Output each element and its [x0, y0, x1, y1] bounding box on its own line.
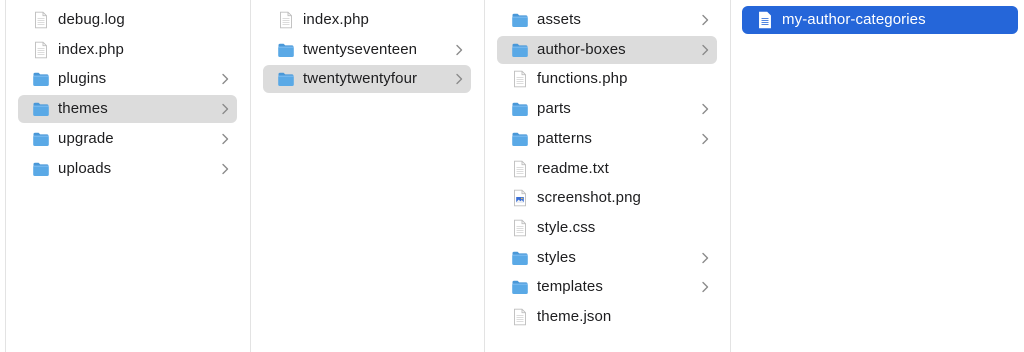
window-edge [5, 0, 6, 352]
file-row-my-author-categories[interactable]: my-author-categories [742, 6, 1018, 34]
document-icon [756, 11, 774, 29]
finder-column-browser: debug.log index.php plugins themes upgra… [0, 0, 1024, 352]
item-label: my-author-categories [782, 11, 926, 28]
column-4[interactable]: my-author-categories [0, 0, 1024, 352]
